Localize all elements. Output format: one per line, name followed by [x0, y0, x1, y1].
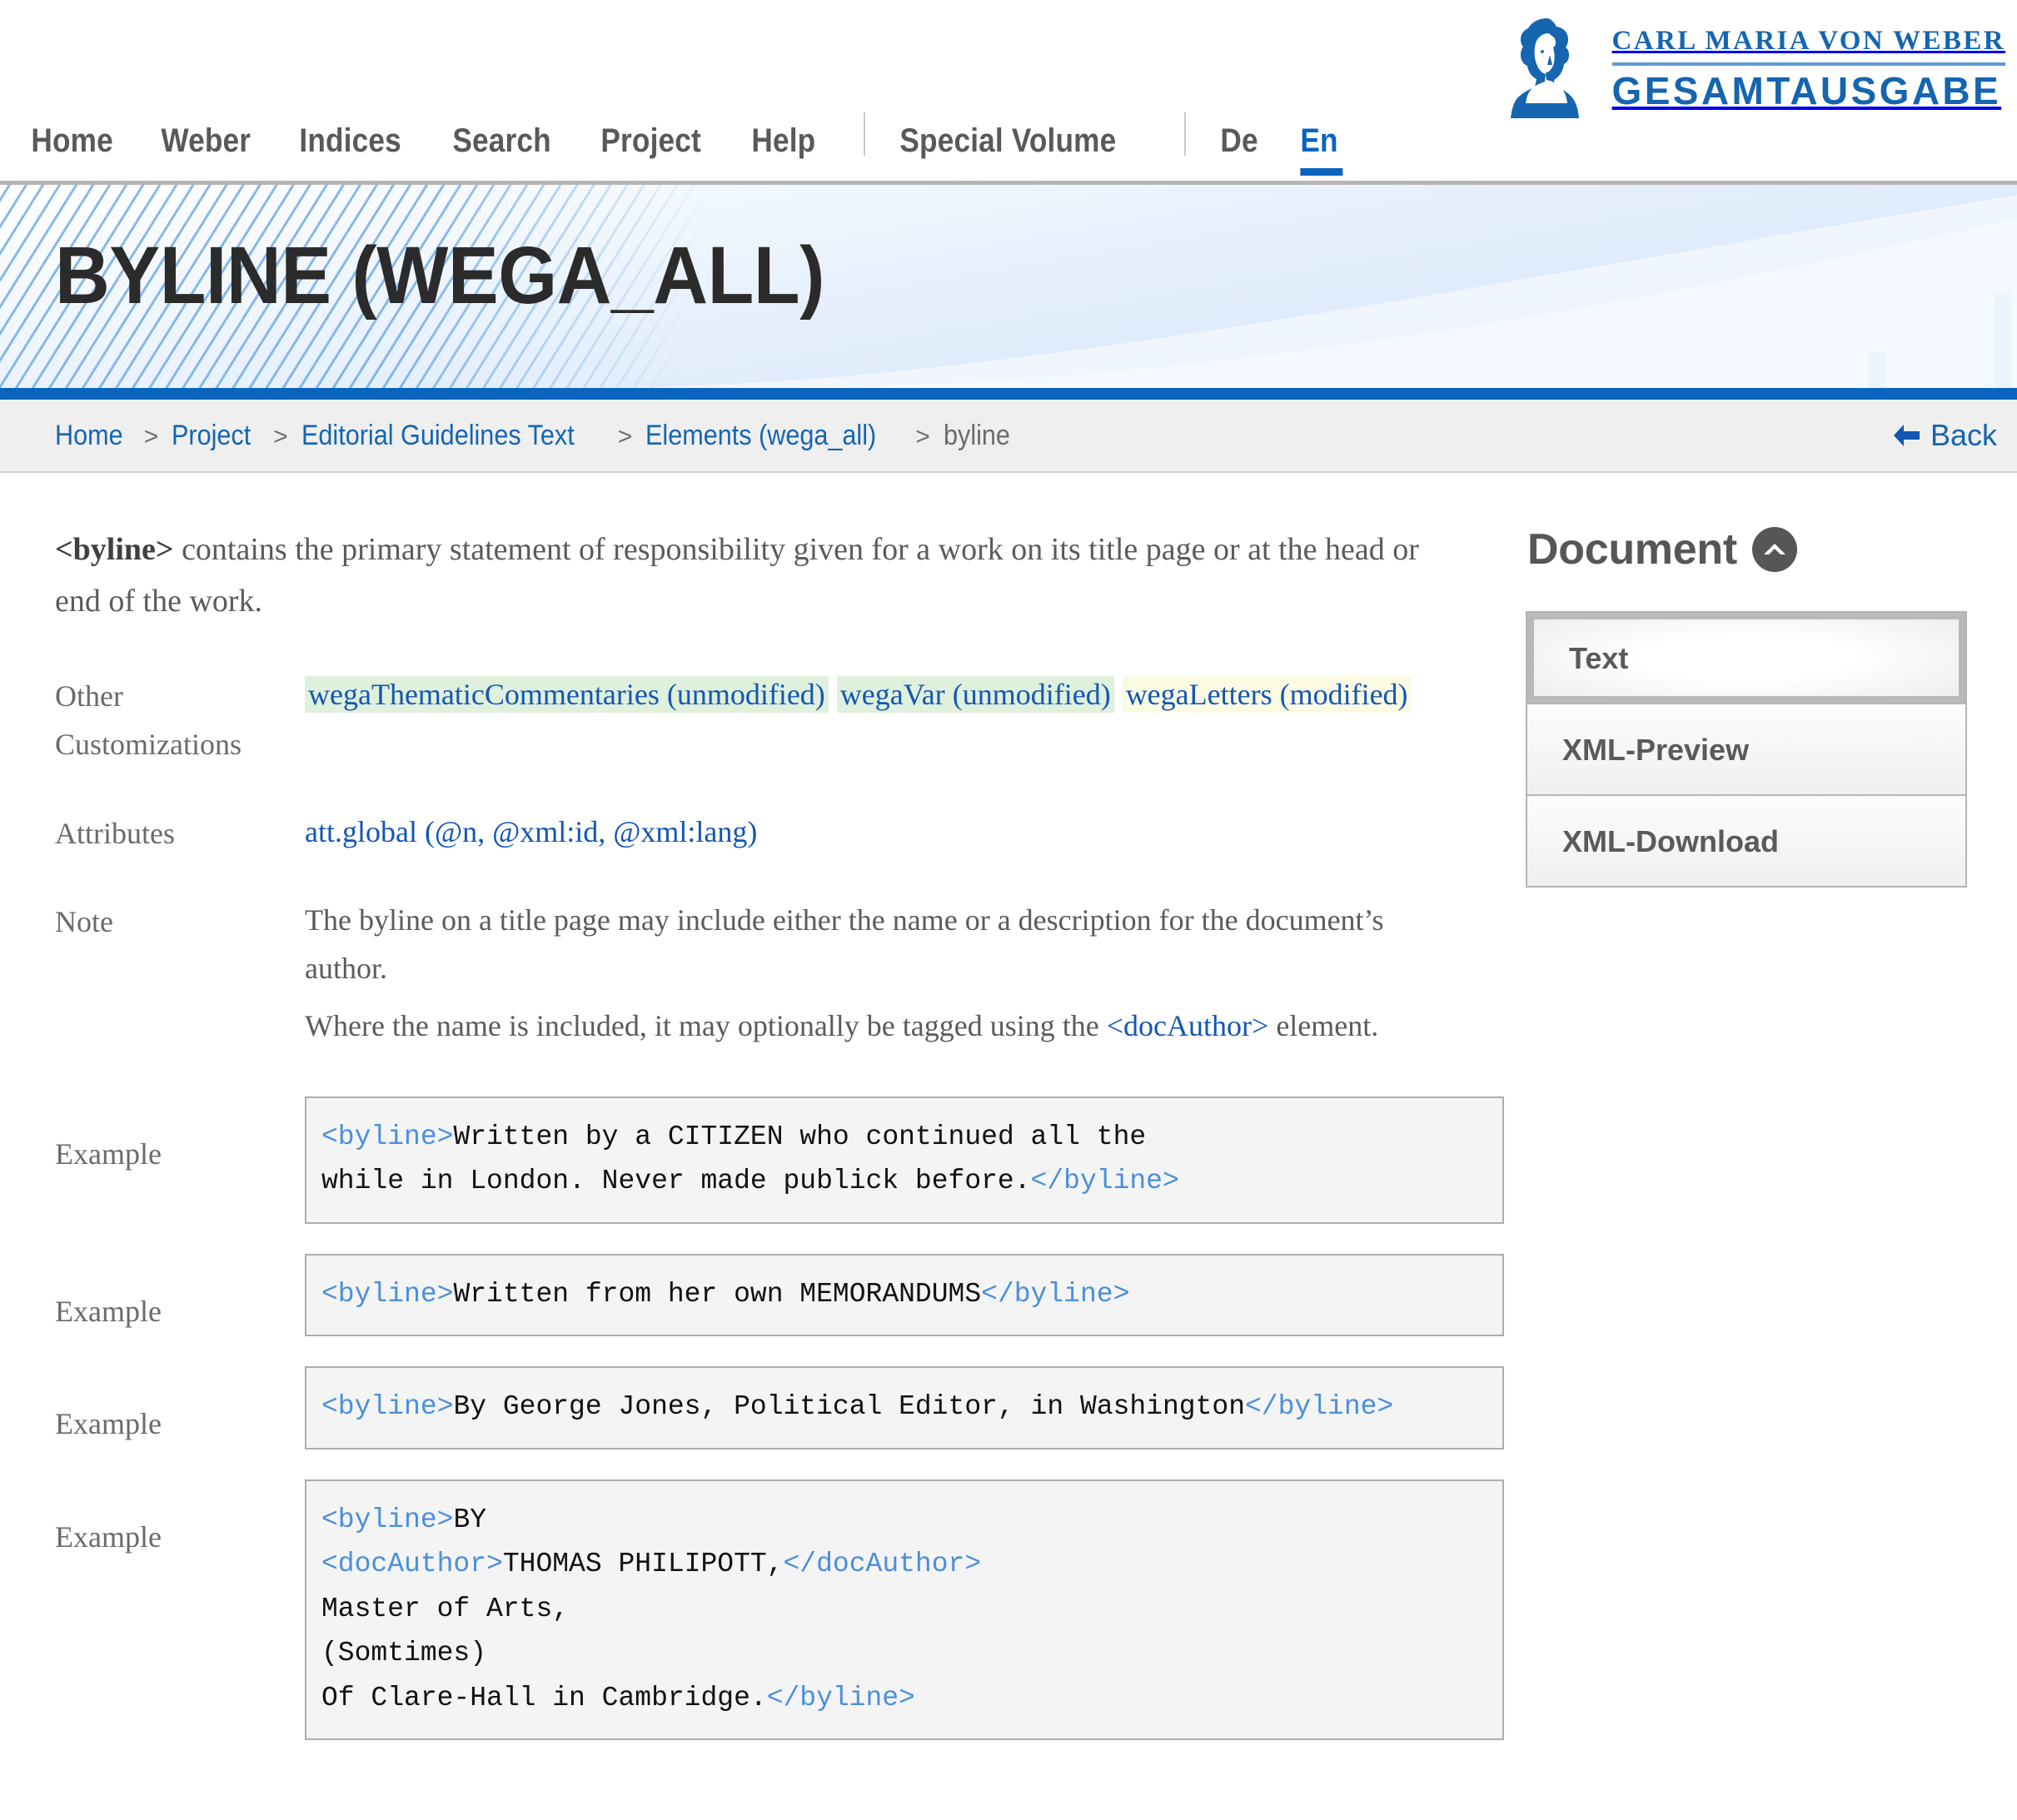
definition-row-note: Note The byline on a title page may incl…	[55, 896, 1471, 1058]
arrow-left-icon	[1893, 425, 1920, 446]
sidebar-item-xml-download[interactable]: XML-Download	[1527, 794, 1965, 886]
logo-divider	[1611, 62, 2005, 66]
example-label: Example	[55, 1407, 162, 1441]
customization-link-wegathematiccommentaries[interactable]: wegaThematicCommentaries (unmodified)	[305, 676, 829, 714]
code-text: Master of Arts,	[321, 1593, 570, 1624]
code-text: (Somtimes)	[321, 1638, 487, 1669]
page-title: BYLINE (WEGA_ALL)	[55, 230, 825, 321]
example-label: Example	[55, 1294, 162, 1328]
note-text-before-link: Where the name is included, it may optio…	[305, 1008, 1107, 1042]
code-text: Of Clare-Hall in Cambridge.	[321, 1682, 767, 1713]
nav-item-search[interactable]: Search	[436, 124, 567, 157]
breadcrumb-item-guidelines[interactable]: Editorial Guidelines Text	[301, 420, 575, 452]
docauthor-link[interactable]: <docAuthor>	[1107, 1009, 1269, 1042]
breadcrumb-separator: >	[617, 422, 633, 450]
page-content: <byline> contains the primary statement …	[0, 473, 2017, 1820]
sidebar-title-label: Document	[1527, 525, 1737, 574]
breadcrumb-item-home[interactable]: Home	[55, 420, 123, 452]
logo-line-1: CARL MARIA VON WEBER	[1611, 25, 2005, 56]
example-row: Example <byline>Written by a CITIZEN who…	[55, 1096, 1507, 1224]
row-label-customizations: Other Customizations	[55, 679, 242, 762]
breadcrumb-item-elements[interactable]: Elements (wega_all)	[645, 420, 876, 452]
back-button-label: Back	[1930, 418, 1997, 452]
row-value-attributes: att.global (@n, @xml:id, @xml:lang)	[305, 808, 1471, 856]
example-label: Example	[55, 1519, 162, 1554]
sidebar-title[interactable]: Document	[1527, 525, 1997, 574]
breadcrumb-separator: >	[915, 422, 930, 450]
sidebar: Document Text XML-Preview XML-Download	[1507, 473, 2017, 888]
nav-divider-1	[863, 112, 865, 156]
code-tag: <byline>	[321, 1121, 454, 1152]
definition-row-customizations: Other Customizations wegaThematicComment…	[55, 670, 1471, 769]
nav-item-project[interactable]: Project	[585, 124, 717, 157]
example-code-block: <byline>Written by a CITIZEN who continu…	[305, 1096, 1504, 1224]
sidebar-menu: Text XML-Preview XML-Download	[1526, 611, 1967, 888]
code-tag: </byline>	[1030, 1166, 1179, 1197]
code-text: By George Jones, Political Editor, in Wa…	[453, 1391, 1245, 1423]
breadcrumb-item-project[interactable]: Project	[172, 420, 251, 452]
logo-line-2: GESAMTAUSGABE	[1611, 68, 2002, 112]
nav-item-indices[interactable]: Indices	[283, 124, 417, 157]
sidebar-item-xml-preview[interactable]: XML-Preview	[1527, 703, 1965, 794]
example-label: Example	[55, 1136, 162, 1171]
examples-list: Example <byline>Written by a CITIZEN who…	[55, 1096, 1507, 1741]
code-text: BY	[453, 1504, 487, 1535]
code-tag: <docAuthor>	[321, 1549, 503, 1580]
element-tag-name: <byline>	[55, 532, 174, 567]
chevron-up-circle-icon[interactable]	[1751, 527, 1797, 572]
element-description: <byline> contains the primary statement …	[55, 525, 1471, 627]
code-text: THOMAS PHILIPOTT,	[502, 1549, 784, 1580]
note-text-after-link: element.	[1268, 1008, 1379, 1042]
example-row: Example <byline>BY <docAuthor>THOMAS PHI…	[55, 1479, 1507, 1741]
note-paragraph-1: The byline on a title page may include e…	[305, 903, 1384, 986]
nav-item-special-volume[interactable]: Special Volume	[884, 124, 1133, 157]
example-row: Example <byline>Written from her own MEM…	[55, 1253, 1507, 1337]
customization-link-wegavar[interactable]: wegaVar (unmodified)	[836, 676, 1114, 714]
row-value-note: The byline on a title page may include e…	[305, 896, 1471, 1058]
example-code-block: <byline>Written from her own MEMORANDUMS…	[305, 1253, 1504, 1337]
site-header: Home Weber Indices Search Project Help S…	[0, 0, 2017, 185]
definition-table: Other Customizations wegaThematicComment…	[55, 670, 1471, 1058]
code-text: Written from her own MEMORANDUMS	[453, 1278, 982, 1310]
main-navigation: Home Weber Indices Search Project Help S…	[15, 112, 1363, 176]
breadcrumb-item-current: byline	[943, 419, 1010, 451]
nav-divider-2	[1184, 112, 1187, 156]
row-label-attributes: Attributes	[55, 816, 175, 850]
code-text: while in London. Never made publick befo…	[321, 1166, 1031, 1197]
row-value-customizations: wegaThematicCommentaries (unmodified) weg…	[305, 670, 1471, 719]
attributes-link-att-global[interactable]: att.global (@n, @xml:id, @xml:lang)	[305, 815, 757, 848]
sidebar-item-text[interactable]: Text	[1527, 611, 1965, 703]
example-row: Example <byline>By George Jones, Politic…	[55, 1366, 1507, 1450]
logo-wordmark: CARL MARIA VON WEBER GESAMTAUSGABE	[1611, 25, 2005, 112]
code-text: Written by a CITIZEN who continued all t…	[453, 1121, 1147, 1152]
element-description-text: contains the primary statement of respon…	[55, 532, 1419, 619]
code-tag: <byline>	[321, 1391, 454, 1423]
breadcrumb-bar: Home > Project > Editorial Guidelines Te…	[0, 400, 2017, 473]
back-button[interactable]: Back	[1892, 418, 1997, 453]
code-tag: <byline>	[321, 1504, 454, 1535]
nav-item-home[interactable]: Home	[15, 124, 129, 157]
breadcrumb-separator: >	[143, 422, 159, 450]
note-paragraph-2: Where the name is included, it may optio…	[305, 1002, 1471, 1050]
weber-portrait-icon	[1510, 18, 1579, 118]
main-column: <byline> contains the primary statement …	[0, 473, 1507, 1770]
example-code-block: <byline>By George Jones, Political Edito…	[305, 1366, 1504, 1450]
breadcrumb: Home > Project > Editorial Guidelines Te…	[55, 420, 1018, 452]
nav-item-help[interactable]: Help	[735, 124, 832, 157]
code-tag: <byline>	[321, 1278, 454, 1310]
row-label-note: Note	[55, 905, 113, 939]
code-tag: </byline>	[766, 1682, 915, 1713]
code-tag: </byline>	[1245, 1391, 1394, 1423]
lang-switch-en[interactable]: En	[1284, 124, 1354, 176]
page-banner: BYLINE (WEGA_ALL)	[0, 185, 2017, 400]
example-code-block: <byline>BY <docAuthor>THOMAS PHILIPOTT,<…	[305, 1479, 1504, 1741]
definition-row-attributes: Attributes att.global (@n, @xml:id, @xml…	[55, 808, 1471, 858]
nav-item-weber[interactable]: Weber	[145, 124, 267, 157]
lang-switch-de[interactable]: De	[1204, 124, 1274, 157]
code-tag: </docAuthor>	[783, 1549, 982, 1580]
code-tag: </byline>	[981, 1278, 1130, 1310]
customization-link-wegaletters[interactable]: wegaLetters (modified)	[1122, 676, 1412, 714]
site-logo[interactable]: CARL MARIA VON WEBER GESAMTAUSGABE	[1510, 15, 2005, 122]
breadcrumb-separator: >	[273, 422, 288, 450]
